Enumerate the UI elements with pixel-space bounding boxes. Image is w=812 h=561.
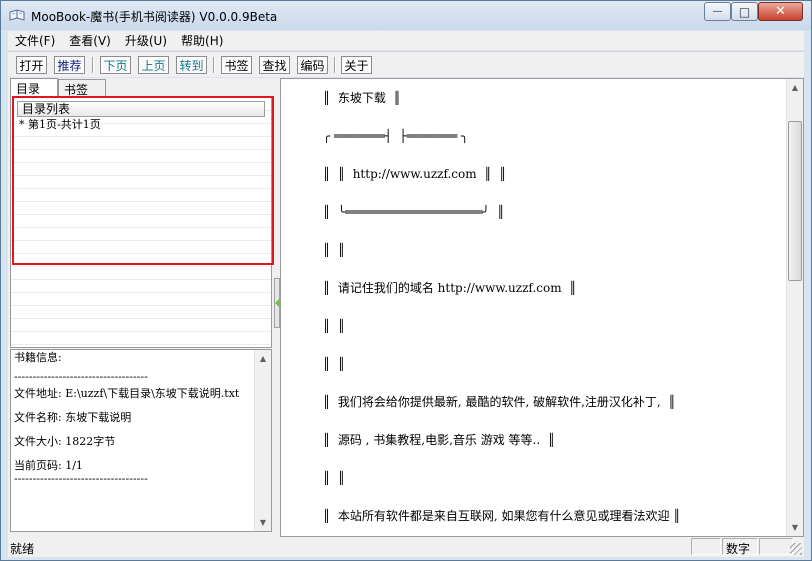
status-text: 就绪 xyxy=(10,542,35,556)
book-info-panel[interactable]: 书籍信息: ----------------------------------… xyxy=(10,349,272,532)
text-line: ║ 本站所有软件都是来自互联网, 如果您有什么意见或理看法欢迎 ║ xyxy=(323,509,681,523)
scroll-down-icon[interactable]: ▼ xyxy=(255,514,271,531)
tree-header[interactable]: 目录列表 xyxy=(17,101,265,117)
num-lock-indicator: 数字 xyxy=(726,542,751,556)
text-line: ║ ║ xyxy=(323,319,346,333)
main-window: MooBook-魔书(手机书阅读器) V0.0.0.9Beta — □ ✕ 文件… xyxy=(0,0,812,561)
reader-text: ║ 东坡下载 ║ ╭ ═══════┤ ├═══════ ╮ ║ ║ http:… xyxy=(323,90,783,536)
status-pane xyxy=(691,538,721,555)
toolbar-separator xyxy=(92,57,94,73)
text-line: ╭ ═══════┤ ├═══════ ╮ xyxy=(323,129,469,143)
tab-bookmarks[interactable]: 书签 xyxy=(58,79,106,97)
text-line: ║ ║ xyxy=(323,357,346,371)
reader-view[interactable]: ║ 东坡下载 ║ ╭ ═══════┤ ├═══════ ╮ ║ ║ http:… xyxy=(280,78,804,537)
close-icon: ✕ xyxy=(775,4,786,19)
minimize-button[interactable]: — xyxy=(704,2,731,21)
toolbar: 打开 推荐 下页 上页 转到 书签 查找 编码 关于 xyxy=(8,51,804,77)
contents-tree[interactable]: 目录列表 * 第1页-共计1页 xyxy=(10,97,272,348)
menu-help[interactable]: 帮助(H) xyxy=(174,32,230,49)
panel-splitter[interactable] xyxy=(272,78,280,537)
toolbar-separator xyxy=(213,57,215,73)
current-page: 当前页码: 1/1 xyxy=(14,459,83,472)
text-line: ║ ║ http://www.uzzf.com ║ ║ xyxy=(323,167,507,181)
open-button[interactable]: 打开 xyxy=(16,56,47,74)
tab-contents[interactable]: 目录 xyxy=(10,78,58,98)
left-tabs: 目录 书签 xyxy=(10,78,272,98)
scroll-up-icon[interactable]: ▲ xyxy=(255,350,271,367)
separator-line: ------------------------------------ xyxy=(14,472,148,484)
next-page-button[interactable]: 下页 xyxy=(100,56,131,74)
toolbar-separator xyxy=(334,57,336,73)
tree-item[interactable]: * 第1页-共计1页 xyxy=(19,118,101,132)
minimize-icon: — xyxy=(712,6,723,17)
close-button[interactable]: ✕ xyxy=(758,2,803,21)
about-button[interactable]: 关于 xyxy=(341,56,372,74)
scroll-down-icon[interactable]: ▼ xyxy=(787,519,803,536)
status-bar: 就绪 数字 xyxy=(8,537,804,557)
status-pane xyxy=(759,538,793,555)
maximize-icon: □ xyxy=(738,4,751,19)
text-line: ║ 源码 , 书集教程,电影,音乐 游戏 等等.. ║ xyxy=(323,433,556,447)
title-bar[interactable]: MooBook-魔书(手机书阅读器) V0.0.0.9Beta — □ ✕ xyxy=(1,1,811,30)
file-name: 文件名称: 东坡下载说明 xyxy=(14,411,132,424)
file-size: 文件大小: 1822字节 xyxy=(14,435,116,448)
info-scrollbar[interactable]: ▲ ▼ xyxy=(254,350,271,531)
find-button[interactable]: 查找 xyxy=(259,56,290,74)
text-line: ║ ║ xyxy=(323,471,346,485)
file-path: 文件地址: E:\uzzf\下载目录\东坡下载说明.txt xyxy=(14,387,240,400)
text-line: ║ 我们将会给你提供最新, 最酷的软件, 破解软件,注册汉化补丁, ║ xyxy=(323,395,676,409)
text-line: ║ 请记住我们的域名 http://www.uzzf.com ║ xyxy=(323,281,577,295)
recommend-button[interactable]: 推荐 xyxy=(54,56,85,74)
resize-grip-icon[interactable] xyxy=(790,543,802,555)
separator-line: ------------------------------------ xyxy=(14,370,148,383)
text-line: ║ 东坡下载 ║ xyxy=(323,91,401,105)
menu-upgrade[interactable]: 升级(U) xyxy=(118,32,174,49)
text-line: ║ ╰═══════════════════╯ ║ xyxy=(323,205,505,219)
window-title: MooBook-魔书(手机书阅读器) V0.0.0.9Beta xyxy=(31,10,278,24)
maximize-button[interactable]: □ xyxy=(731,2,758,21)
scroll-thumb[interactable] xyxy=(788,121,802,281)
book-app-icon xyxy=(9,9,25,21)
goto-button[interactable]: 转到 xyxy=(176,56,207,74)
menu-file[interactable]: 文件(F) xyxy=(8,32,62,49)
menu-bar: 文件(F) 查看(V) 升级(U) 帮助(H) xyxy=(8,31,804,50)
prev-page-button[interactable]: 上页 xyxy=(138,56,169,74)
menu-view[interactable]: 查看(V) xyxy=(62,32,118,49)
book-info-heading: 书籍信息: xyxy=(14,351,62,364)
scroll-up-icon[interactable]: ▲ xyxy=(787,79,803,96)
encoding-button[interactable]: 编码 xyxy=(297,56,328,74)
text-line: ║ ║ xyxy=(323,243,346,257)
book-info-text: 书籍信息: ----------------------------------… xyxy=(14,350,252,484)
reader-scrollbar[interactable]: ▲ ▼ xyxy=(786,79,803,536)
bookmark-button[interactable]: 书签 xyxy=(221,56,252,74)
client-area: 目录 书签 目录列表 * 第1页-共计1页 书籍信息: ------------… xyxy=(8,78,804,537)
